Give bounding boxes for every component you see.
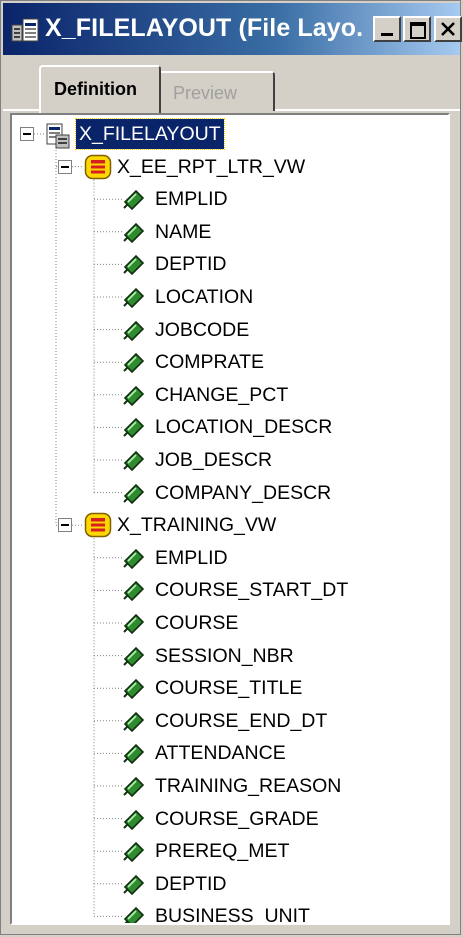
field-icon	[123, 255, 145, 276]
field-icon	[123, 613, 145, 634]
tree-field-node[interactable]: TRAINING_REASON	[12, 771, 448, 801]
field-icon	[123, 385, 145, 406]
collapse-toggle[interactable]	[20, 127, 34, 141]
close-icon	[441, 22, 455, 36]
tree-node-label: DEPTID	[155, 253, 227, 276]
tree-node-label: JOBCODE	[155, 318, 250, 341]
tree-node-label: LOCATION_DESCR	[155, 416, 333, 439]
tree-node-label: X_FILELAYOUT	[75, 118, 225, 150]
maximize-button[interactable]	[403, 16, 431, 42]
tree-node-label: PREREQ_MET	[155, 840, 290, 863]
field-icon	[123, 842, 145, 863]
tree-node-label: X_TRAINING_VW	[117, 514, 277, 537]
tree-node-label: EMPLID	[155, 188, 228, 211]
field-icon	[123, 418, 145, 439]
tab-preview-label: Preview	[173, 83, 238, 103]
tree-node-label: CHANGE_PCT	[155, 383, 289, 406]
field-icon	[123, 711, 145, 732]
field-icon	[123, 809, 145, 830]
tree-node-label: LOCATION	[155, 286, 254, 308]
field-icon	[123, 907, 145, 923]
file-layout-app-icon	[11, 18, 39, 42]
tree-node-label: DEPTID	[155, 872, 227, 895]
tree-node-label: COURSE_START_DT	[155, 579, 349, 602]
tree-node-label: COURSE_TITLE	[155, 677, 303, 700]
field-icon	[123, 353, 145, 374]
tree-field-node[interactable]: CHANGE_PCT	[12, 380, 448, 410]
tree-field-node[interactable]: LOCATION	[12, 282, 448, 312]
tree-field-node[interactable]: COURSE_START_DT	[12, 575, 448, 605]
tree-field-node[interactable]: EMPLID	[12, 543, 448, 573]
tree-node-label: COURSE_GRADE	[155, 807, 319, 830]
tree-node-label: TRAINING_REASON	[155, 775, 342, 797]
field-icon	[123, 581, 145, 602]
collapse-toggle[interactable]	[58, 518, 72, 533]
tree-node-label: COMPANY_DESCR	[155, 481, 332, 504]
tree-field-node[interactable]: COURSE	[12, 608, 448, 638]
tree-field-node[interactable]: NAME	[12, 217, 448, 247]
tree-view[interactable]: X_FILELAYOUT X_EE_RPT_LTR_VW EMPLID NAME DEP…	[10, 113, 450, 925]
tree-node-label: SESSION_NBR	[155, 644, 294, 667]
field-icon	[123, 450, 145, 471]
collapse-toggle[interactable]	[58, 159, 72, 174]
field-icon	[123, 776, 145, 797]
tree-node-label: COURSE_END_DT	[155, 709, 328, 732]
tab-definition[interactable]: Definition	[39, 65, 161, 113]
tab-definition-label: Definition	[54, 79, 137, 99]
record-icon	[84, 512, 112, 538]
tree-node-label: EMPLID	[155, 546, 228, 569]
tree-field-node[interactable]: ATTENDANCE	[12, 738, 448, 768]
tree-node-label: ATTENDANCE	[155, 742, 286, 765]
tree-field-node[interactable]: BUSINESS_UNIT	[12, 901, 448, 925]
tree-field-node[interactable]: COMPANY_DESCR	[12, 478, 448, 508]
tab-preview[interactable]: Preview	[161, 71, 275, 111]
field-icon	[123, 320, 145, 341]
field-icon	[123, 483, 145, 504]
file-layout-icon	[46, 123, 70, 149]
tree-field-node[interactable]: COURSE_END_DT	[12, 706, 448, 736]
close-button[interactable]	[434, 16, 462, 42]
minimize-button[interactable]	[373, 16, 401, 42]
tree-node-label: NAME	[155, 220, 212, 243]
tree-field-node[interactable]: COURSE_GRADE	[12, 804, 448, 834]
field-icon	[123, 646, 145, 667]
field-icon	[123, 744, 145, 765]
field-icon	[123, 287, 145, 308]
window-title: X_FILELAYOUT (File Layo...	[45, 14, 363, 42]
tree-record-node[interactable]: X_TRAINING_VW	[12, 510, 448, 540]
field-icon	[123, 679, 145, 700]
tree-field-node[interactable]: LOCATION_DESCR	[12, 412, 448, 442]
tree-field-node[interactable]: JOBCODE	[12, 315, 448, 345]
tree-node-label: COMPRATE	[155, 351, 265, 374]
tree-record-node[interactable]: X_EE_RPT_LTR_VW	[12, 152, 448, 182]
tree-node-label: COURSE	[155, 612, 239, 634]
field-icon	[123, 548, 145, 569]
tree-field-node[interactable]: SESSION_NBR	[12, 641, 448, 671]
tree-field-node[interactable]: JOB_DESCR	[12, 445, 448, 475]
tree-field-node[interactable]: EMPLID	[12, 184, 448, 214]
tree-root-node[interactable]: X_FILELAYOUT	[12, 118, 448, 150]
title-bar[interactable]: X_FILELAYOUT (File Layo...	[3, 3, 462, 55]
record-icon	[84, 154, 112, 179]
tree-field-node[interactable]: DEPTID	[12, 249, 448, 279]
tree-node-label: BUSINESS_UNIT	[155, 905, 310, 925]
tree-node-label: JOB_DESCR	[155, 449, 273, 471]
tree-field-node[interactable]: PREREQ_MET	[12, 836, 448, 866]
field-icon	[123, 222, 145, 243]
file-layout-window: X_FILELAYOUT (File Layo... Definition Pr…	[0, 0, 462, 935]
field-icon	[123, 190, 145, 211]
tree-field-node[interactable]: COMPRATE	[12, 347, 448, 377]
field-icon	[123, 874, 145, 895]
tree-node-label: X_EE_RPT_LTR_VW	[117, 155, 306, 178]
tree-field-node[interactable]: DEPTID	[12, 869, 448, 899]
tab-strip: Definition Preview	[1, 61, 462, 113]
tree-field-node[interactable]: COURSE_TITLE	[12, 673, 448, 703]
